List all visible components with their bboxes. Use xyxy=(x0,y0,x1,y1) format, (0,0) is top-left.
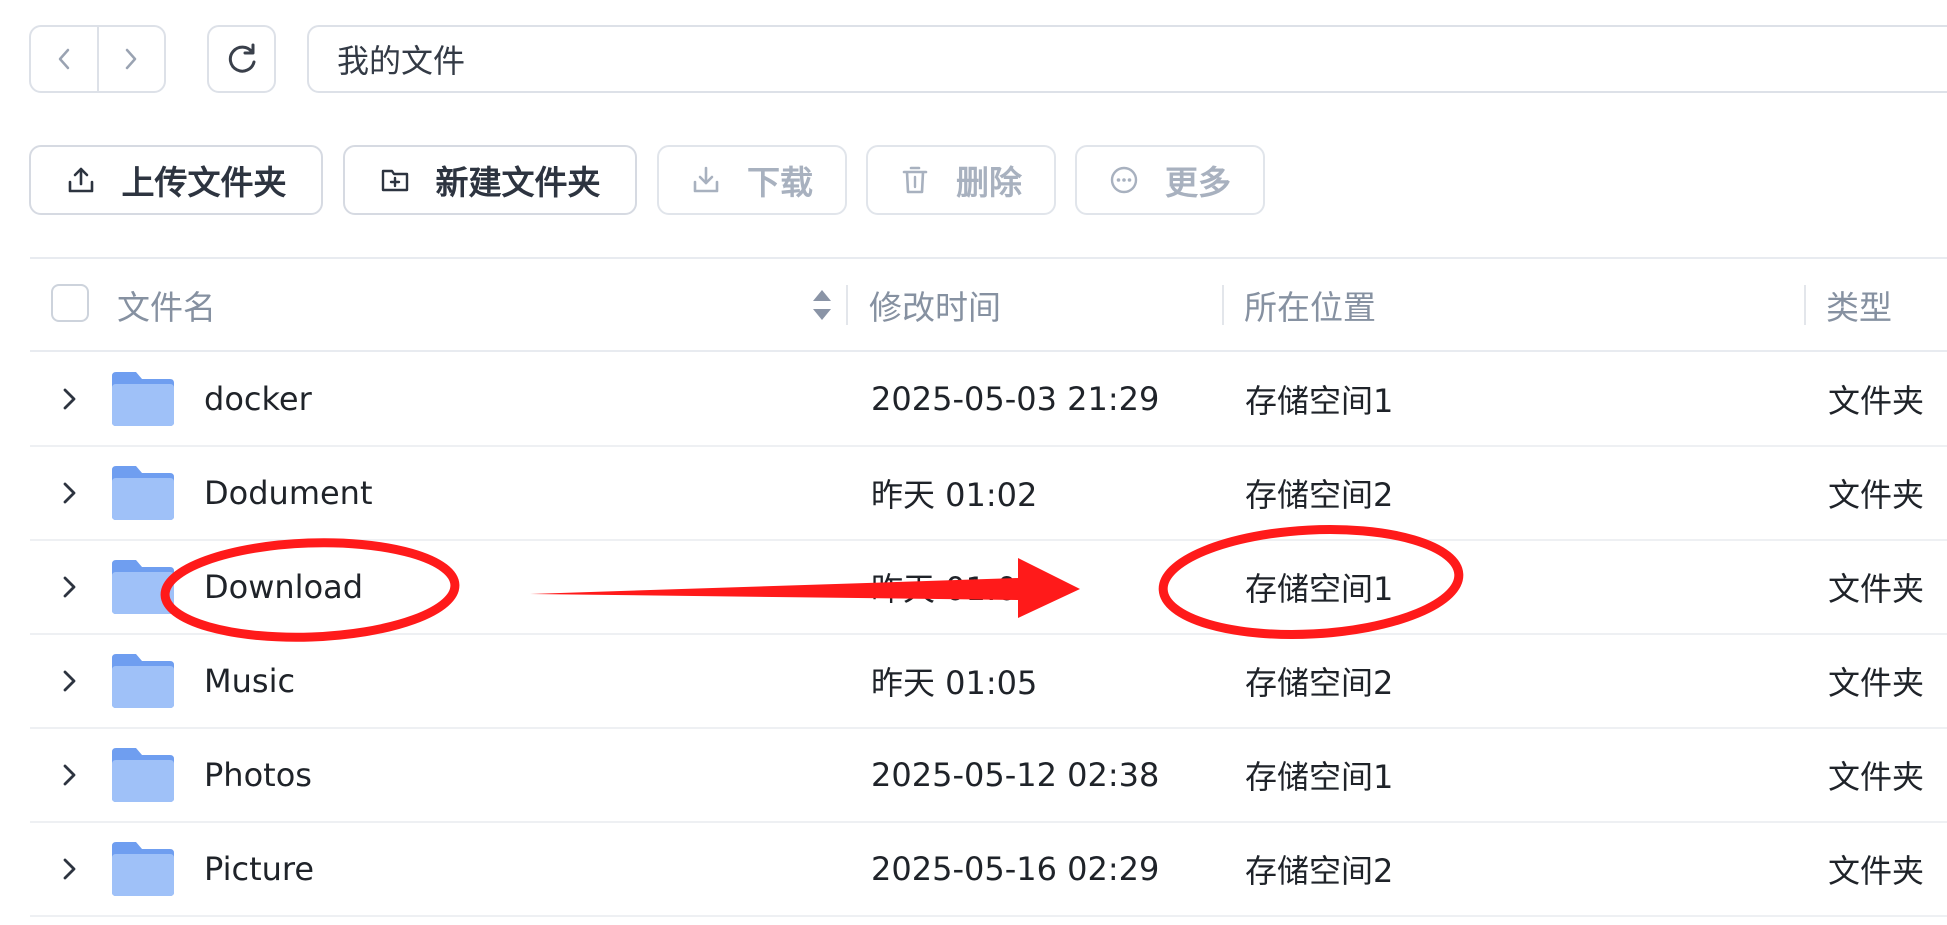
chevron-right-icon[interactable] xyxy=(60,663,80,699)
download-button[interactable]: 下载 xyxy=(657,145,847,215)
storage-location: 存储空间1 xyxy=(1245,570,1394,608)
chevron-left-icon xyxy=(58,48,69,70)
table-row[interactable]: docker 2025-05-03 21:29 存储空间1 文件夹 xyxy=(30,353,1947,447)
column-header-type[interactable]: 类型 xyxy=(1826,259,1892,350)
sort-icon[interactable] xyxy=(810,286,834,324)
storage-location: 存储空间2 xyxy=(1245,476,1394,514)
select-all-checkbox[interactable] xyxy=(51,284,89,322)
file-type: 文件夹 xyxy=(1828,476,1925,514)
modified-time: 2025-05-03 21:29 xyxy=(871,380,1160,418)
forward-button[interactable] xyxy=(96,27,165,91)
modified-time: 昨天 01:02 xyxy=(871,476,1038,514)
chevron-right-icon[interactable] xyxy=(60,757,80,793)
trash-icon xyxy=(902,166,928,194)
chevron-right-icon xyxy=(126,48,137,70)
file-name[interactable]: Download xyxy=(204,541,363,633)
column-divider[interactable] xyxy=(1804,285,1806,325)
storage-location: 存储空间2 xyxy=(1245,852,1394,890)
file-type: 文件夹 xyxy=(1828,852,1925,890)
refresh-button[interactable] xyxy=(207,25,276,93)
file-type: 文件夹 xyxy=(1828,758,1925,796)
table-row[interactable]: Picture 2025-05-16 02:29 存储空间2 文件夹 xyxy=(30,823,1947,917)
download-icon xyxy=(693,166,719,193)
file-name[interactable]: docker xyxy=(204,353,312,445)
modified-time: 2025-05-16 02:29 xyxy=(871,850,1160,888)
file-name[interactable]: Music xyxy=(204,635,295,727)
new-folder-icon xyxy=(381,169,408,192)
file-name[interactable]: Dodument xyxy=(204,447,373,539)
upload-folder-label: 上传文件夹 xyxy=(121,163,287,202)
chevron-right-icon[interactable] xyxy=(60,569,80,605)
column-header-modified[interactable]: 修改时间 xyxy=(869,259,1001,350)
file-type: 文件夹 xyxy=(1828,664,1925,702)
column-divider[interactable] xyxy=(1222,285,1224,325)
back-button[interactable] xyxy=(31,27,97,91)
download-label: 下载 xyxy=(747,163,813,202)
new-folder-button[interactable]: 新建文件夹 xyxy=(343,145,637,215)
column-header-name[interactable]: 文件名 xyxy=(117,259,216,350)
modified-time: 昨天 01:03 xyxy=(871,570,1038,608)
new-folder-label: 新建文件夹 xyxy=(435,163,601,202)
more-label: 更多 xyxy=(1165,163,1231,202)
folder-icon xyxy=(112,466,174,520)
modified-time: 2025-05-12 02:38 xyxy=(871,756,1160,794)
table-row[interactable]: Download 昨天 01:03 存储空间1 文件夹 xyxy=(30,541,1947,635)
folder-icon xyxy=(112,372,174,426)
table-row[interactable]: Photos 2025-05-12 02:38 存储空间1 文件夹 xyxy=(30,729,1947,823)
file-name[interactable]: Photos xyxy=(204,729,312,821)
storage-location: 存储空间2 xyxy=(1245,664,1394,702)
column-header-location[interactable]: 所在位置 xyxy=(1244,259,1376,350)
folder-icon xyxy=(112,560,174,614)
table-row[interactable]: Dodument 昨天 01:02 存储空间2 文件夹 xyxy=(30,447,1947,541)
chevron-right-icon[interactable] xyxy=(60,381,80,417)
history-nav xyxy=(29,25,166,93)
storage-location: 存储空间1 xyxy=(1245,758,1394,796)
table-header: 文件名 修改时间 所在位置 类型 xyxy=(30,259,1947,352)
refresh-icon xyxy=(228,43,255,73)
modified-time: 昨天 01:05 xyxy=(871,664,1038,702)
chevron-right-icon[interactable] xyxy=(60,851,80,887)
path-bar[interactable]: 我的文件 xyxy=(307,25,1947,93)
path-text: 我的文件 xyxy=(337,42,466,80)
storage-location: 存储空间1 xyxy=(1245,382,1394,420)
file-type: 文件夹 xyxy=(1828,570,1925,608)
upload-icon xyxy=(68,167,93,193)
delete-button[interactable]: 删除 xyxy=(866,145,1056,215)
delete-label: 删除 xyxy=(956,163,1022,202)
column-divider[interactable] xyxy=(846,285,848,325)
folder-icon xyxy=(112,748,174,802)
chevron-right-icon[interactable] xyxy=(60,475,80,511)
more-button[interactable]: 更多 xyxy=(1075,145,1265,215)
file-name[interactable]: Picture xyxy=(204,823,314,915)
folder-icon xyxy=(112,654,174,708)
folder-icon xyxy=(112,842,174,896)
table-row[interactable]: Music 昨天 01:05 存储空间2 文件夹 xyxy=(30,635,1947,729)
more-icon xyxy=(1110,166,1138,194)
upload-folder-button[interactable]: 上传文件夹 xyxy=(29,145,323,215)
file-type: 文件夹 xyxy=(1828,382,1925,420)
